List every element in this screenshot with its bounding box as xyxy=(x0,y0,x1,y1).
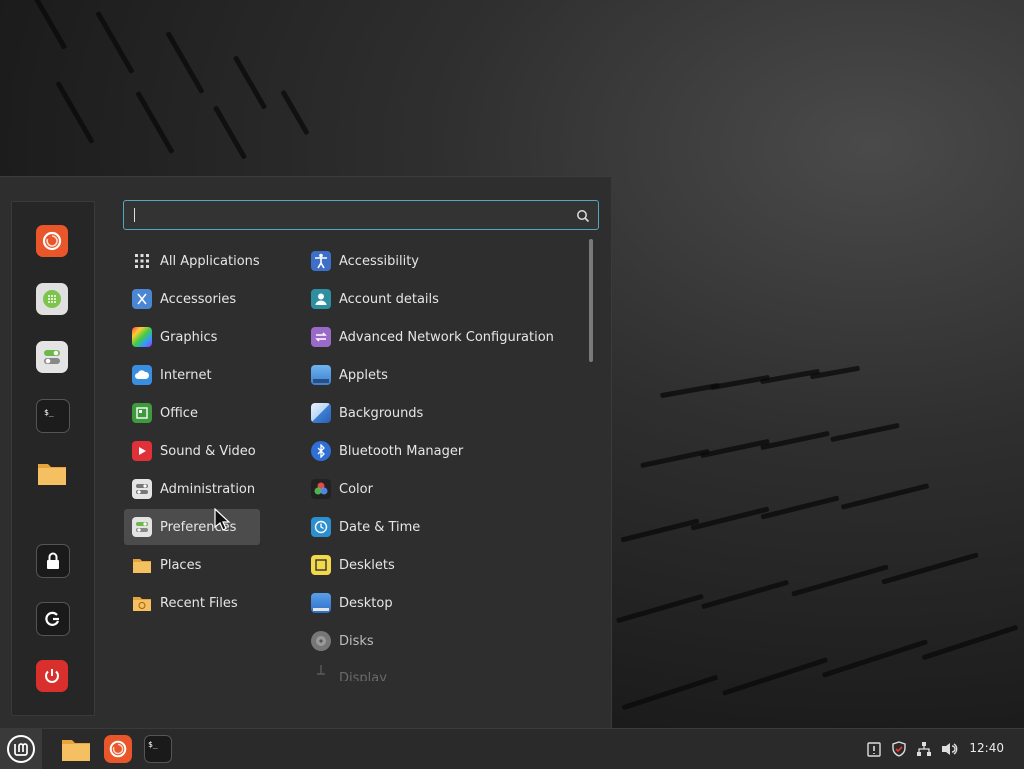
category-accessories[interactable]: Accessories xyxy=(124,281,260,317)
mint-logo-icon xyxy=(7,735,35,763)
category-label: Sound & Video xyxy=(160,443,256,459)
sound-video-icon xyxy=(132,441,152,461)
text-caret xyxy=(134,208,135,222)
network-config-icon xyxy=(311,327,331,347)
shield-icon[interactable] xyxy=(890,740,908,758)
category-recent-files[interactable]: Recent Files xyxy=(124,585,260,621)
app-account-details[interactable]: Account details xyxy=(303,281,583,317)
app-display[interactable]: Display xyxy=(303,661,583,681)
category-label: Internet xyxy=(160,367,212,383)
category-all-applications[interactable]: All Applications xyxy=(124,243,260,279)
app-accessibility[interactable]: Accessibility xyxy=(303,243,583,279)
volume-icon[interactable] xyxy=(941,740,959,758)
color-icon xyxy=(311,479,331,499)
app-label: Bluetooth Manager xyxy=(339,443,464,459)
category-office[interactable]: Office xyxy=(124,395,260,431)
disks-icon xyxy=(311,631,331,651)
administration-icon xyxy=(132,479,152,499)
category-administration[interactable]: Administration xyxy=(124,471,260,507)
app-desktop[interactable]: Desktop xyxy=(303,585,583,621)
app-label: Account details xyxy=(339,291,439,307)
app-label: Applets xyxy=(339,367,388,383)
favorites-sidebar: $_ xyxy=(11,201,95,716)
menu-button[interactable] xyxy=(0,729,42,769)
preferences-icon xyxy=(132,517,152,537)
folder-icon xyxy=(62,740,90,761)
office-icon xyxy=(132,403,152,423)
account-icon xyxy=(311,289,331,309)
category-label: Recent Files xyxy=(160,595,238,611)
category-sound-video[interactable]: Sound & Video xyxy=(124,433,260,469)
internet-icon xyxy=(132,365,152,385)
app-date-time[interactable]: Date & Time xyxy=(303,509,583,545)
category-label: Administration xyxy=(160,481,256,497)
app-color[interactable]: Color xyxy=(303,471,583,507)
terminal-icon: $_ xyxy=(144,735,172,763)
category-label: Office xyxy=(160,405,198,421)
app-bluetooth-manager[interactable]: Bluetooth Manager xyxy=(303,433,583,469)
category-label: All Applications xyxy=(160,253,260,269)
app-label: Disks xyxy=(339,633,374,649)
category-internet[interactable]: Internet xyxy=(124,357,260,393)
app-applets[interactable]: Applets xyxy=(303,357,583,393)
category-label: Places xyxy=(160,557,202,573)
settings-toggle-icon[interactable] xyxy=(36,341,68,373)
desklets-icon xyxy=(311,555,331,575)
firefox-icon[interactable] xyxy=(36,225,68,257)
category-preferences[interactable]: Preferences xyxy=(124,509,260,545)
power-icon[interactable] xyxy=(36,660,68,692)
accessibility-icon xyxy=(311,251,331,271)
app-advanced-network-configuration[interactable]: Advanced Network Configuration xyxy=(303,319,583,355)
category-graphics[interactable]: Graphics xyxy=(124,319,260,355)
applets-icon xyxy=(311,365,331,385)
app-desklets[interactable]: Desklets xyxy=(303,547,583,583)
mouse-pointer-icon xyxy=(214,507,232,536)
svg-text:$_: $_ xyxy=(44,408,54,417)
display-icon xyxy=(311,661,331,681)
panel-terminal-launcher[interactable]: $_ xyxy=(142,733,174,765)
lock-icon[interactable] xyxy=(36,544,70,578)
folder-icon xyxy=(132,555,152,575)
application-menu: $_ All Applications Accessories Graphics xyxy=(0,176,612,729)
app-label: Date & Time xyxy=(339,519,421,535)
svg-text:$_: $_ xyxy=(148,740,158,749)
search-icon xyxy=(576,208,590,227)
desktop-icon xyxy=(311,593,331,613)
clock[interactable]: 12:40 xyxy=(969,741,1004,755)
app-label: Accessibility xyxy=(339,253,419,269)
app-label: Advanced Network Configuration xyxy=(339,329,554,345)
app-disks[interactable]: Disks xyxy=(303,623,583,659)
panel-files-launcher[interactable] xyxy=(60,733,92,765)
category-label: Graphics xyxy=(160,329,218,345)
accessories-icon xyxy=(132,289,152,309)
firefox-icon xyxy=(104,735,132,763)
panel-firefox-launcher[interactable] xyxy=(102,733,134,765)
clock-icon xyxy=(311,517,331,537)
logout-icon[interactable] xyxy=(36,602,70,636)
app-label: Backgrounds xyxy=(339,405,424,421)
recent-files-icon xyxy=(132,593,152,613)
terminal-icon[interactable]: $_ xyxy=(36,399,70,433)
app-label: Display xyxy=(339,671,387,681)
app-backgrounds[interactable]: Backgrounds xyxy=(303,395,583,431)
bottom-panel: $_ 12:40 xyxy=(0,728,1024,769)
category-places[interactable]: Places xyxy=(124,547,260,583)
app-label: Desktop xyxy=(339,595,393,611)
software-manager-icon[interactable] xyxy=(36,283,68,315)
bluetooth-icon xyxy=(311,441,331,461)
graphics-icon xyxy=(132,327,152,347)
update-icon[interactable] xyxy=(865,740,883,758)
app-label: Color xyxy=(339,481,373,497)
network-icon[interactable] xyxy=(915,740,933,758)
grid-icon xyxy=(132,251,152,271)
app-label: Desklets xyxy=(339,557,395,573)
folder-icon[interactable] xyxy=(36,457,68,489)
backgrounds-icon xyxy=(311,403,331,423)
category-label: Accessories xyxy=(160,291,237,307)
search-input[interactable] xyxy=(123,200,599,230)
scrollbar[interactable] xyxy=(589,239,593,362)
